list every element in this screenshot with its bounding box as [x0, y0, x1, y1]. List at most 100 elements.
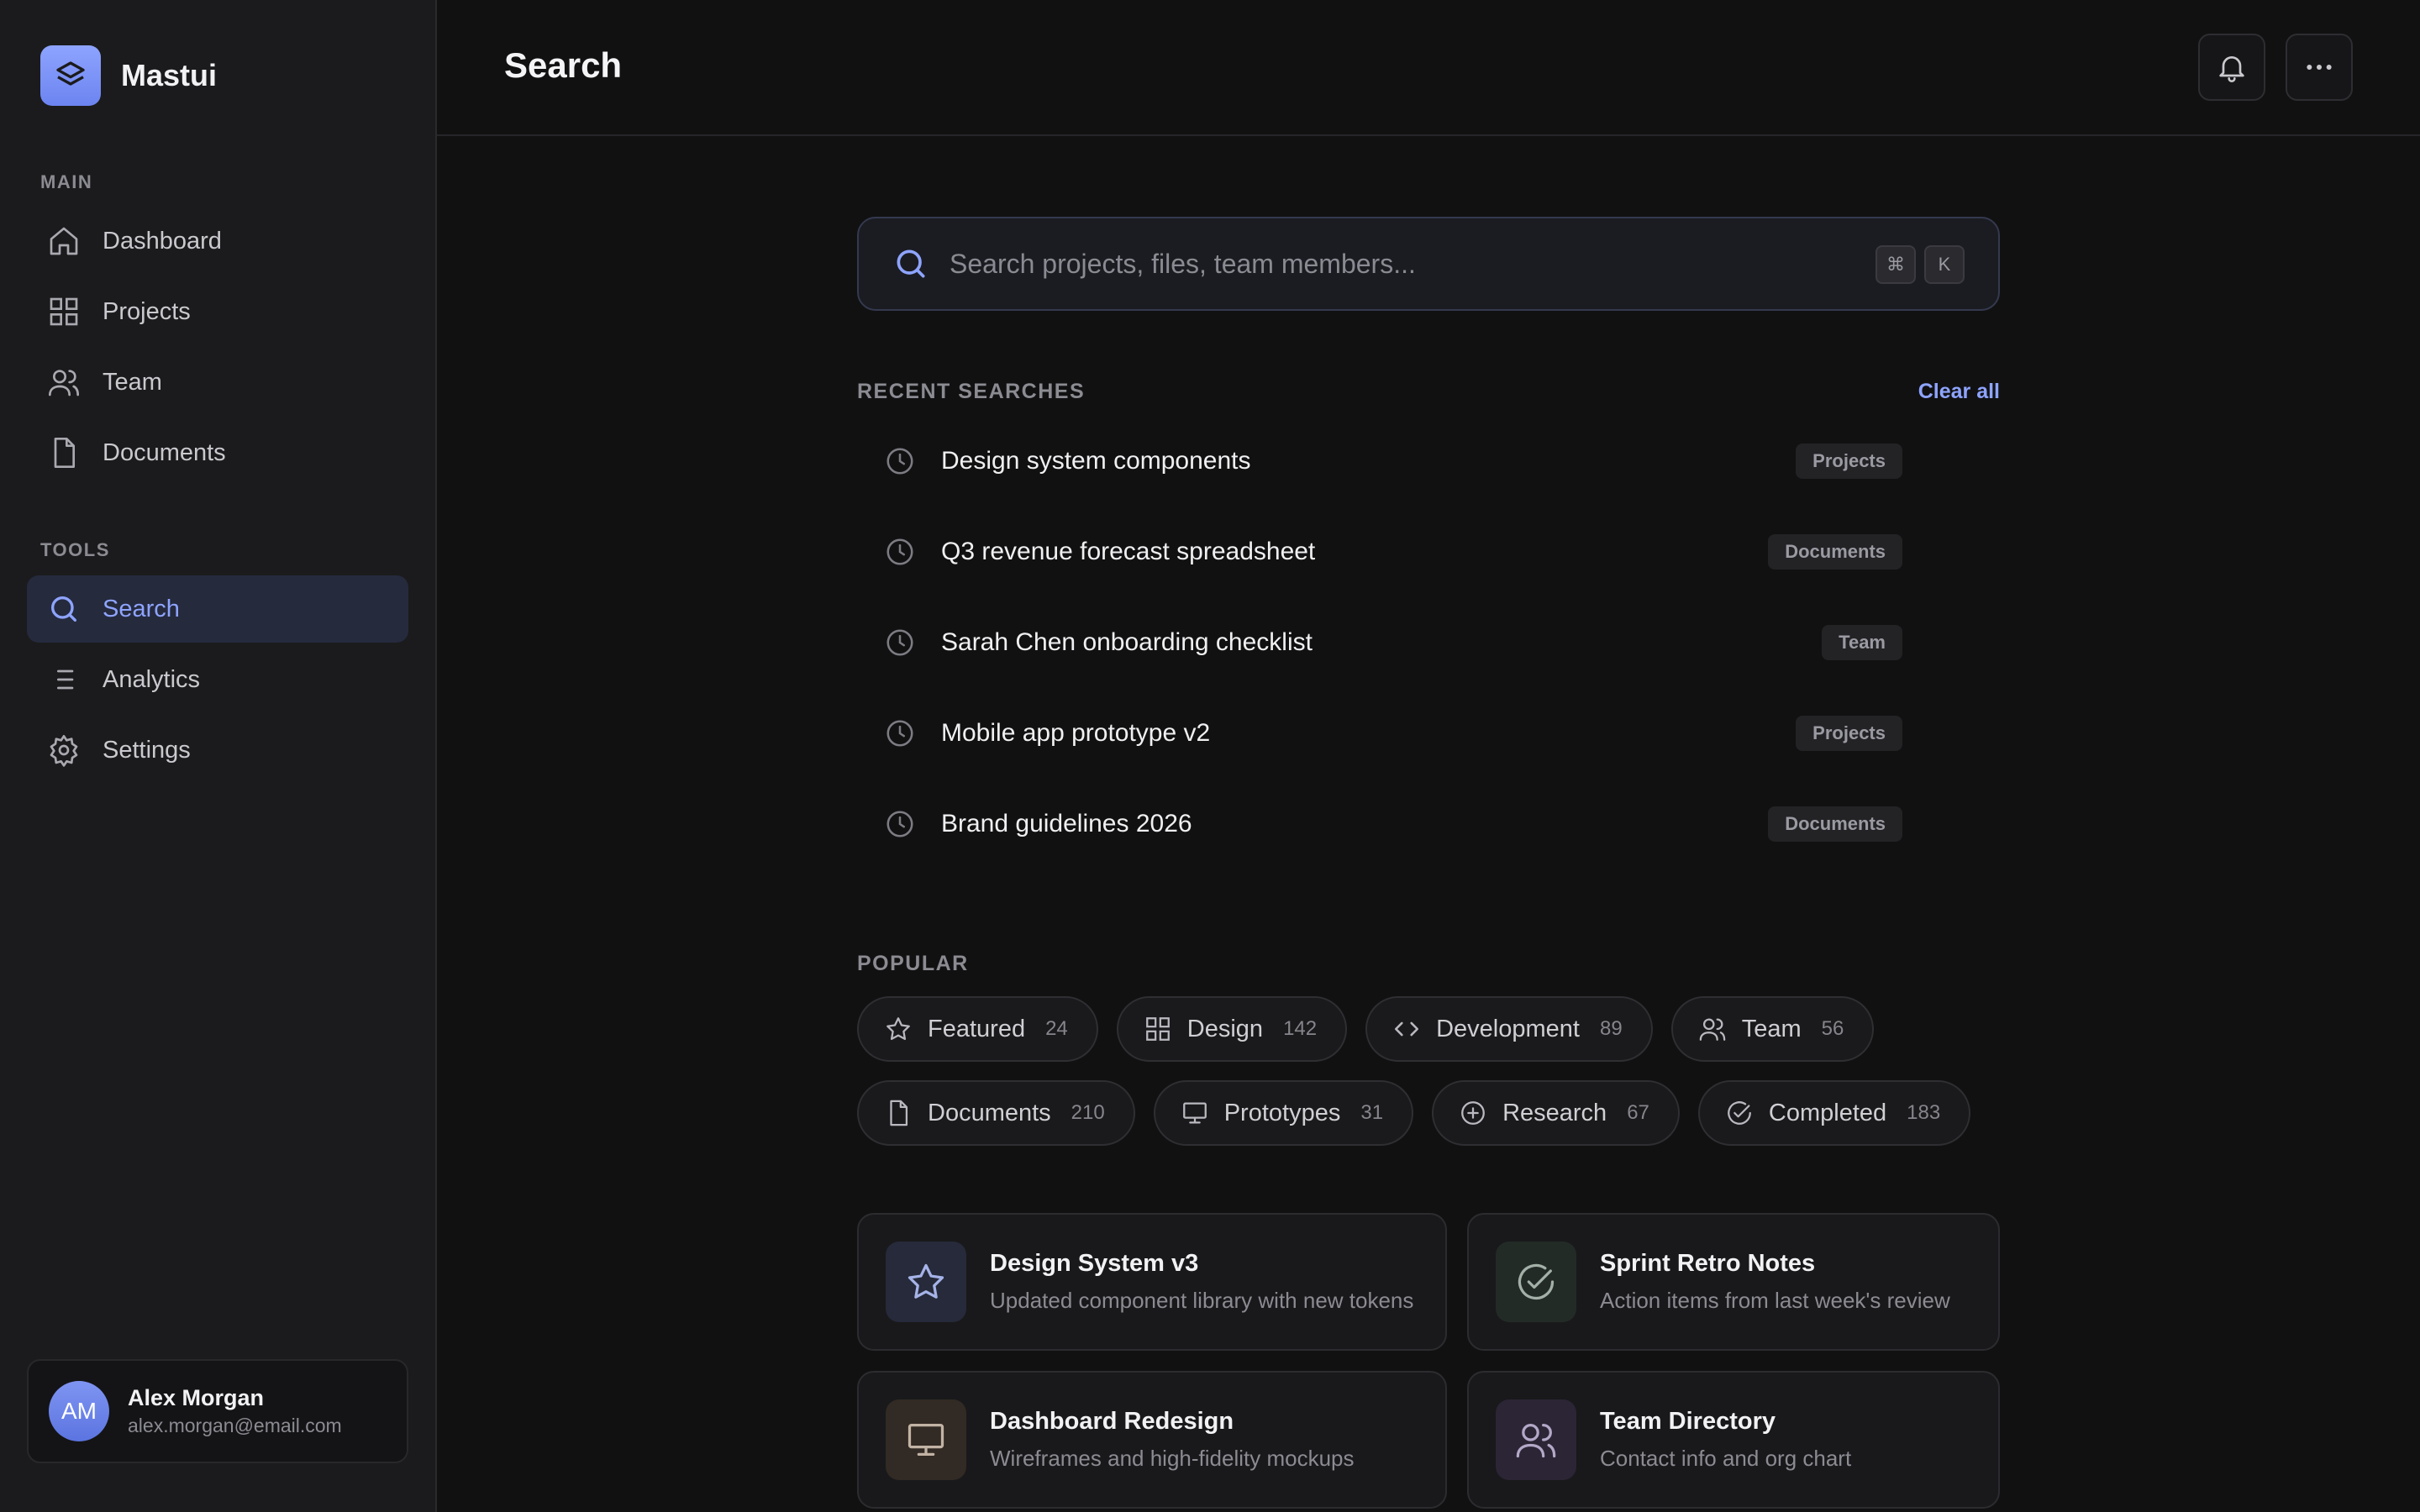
- main-content: Search ⌘ K RECENT SEARCHES Clear all: [437, 0, 2420, 1512]
- clear-all-button[interactable]: Clear all: [1918, 380, 2000, 404]
- avatar: AM: [49, 1381, 109, 1441]
- card-sprint-retro[interactable]: Sprint Retro Notes Action items from las…: [1467, 1213, 2000, 1351]
- card-dashboard-redesign[interactable]: Dashboard Redesign Wireframes and high-f…: [857, 1371, 1447, 1509]
- category-tag: Team: [1822, 625, 1902, 660]
- search-input[interactable]: [950, 248, 1790, 280]
- brand[interactable]: Mastui: [40, 45, 217, 106]
- more-icon: [2307, 65, 2332, 70]
- card-description: Action items from last week's review: [1600, 1288, 1950, 1313]
- chip-count: 67: [1627, 1101, 1649, 1124]
- sidebar-item-label: Dashboard: [103, 227, 222, 255]
- recent-search-text: Sarah Chen onboarding checklist: [941, 628, 1313, 656]
- chip-label: Completed: [1768, 1099, 1887, 1126]
- chip-label: Featured: [928, 1015, 1026, 1042]
- user-name: Alex Morgan: [128, 1385, 265, 1410]
- star-icon: [908, 1263, 944, 1299]
- recent-search-item[interactable]: Brand guidelines 2026 Documents: [857, 779, 2000, 869]
- clock-icon: [886, 811, 913, 837]
- sidebar-item-documents[interactable]: Documents: [27, 419, 408, 486]
- file-icon: [54, 438, 75, 468]
- quick-access-cards: Design System v3 Updated component libra…: [857, 1213, 2000, 1509]
- section-label-tools: TOOLS: [40, 539, 110, 560]
- notifications-button[interactable]: [2198, 34, 2265, 101]
- chip-research[interactable]: Research 67: [1432, 1080, 1680, 1146]
- sidebar-item-projects[interactable]: Projects: [27, 278, 408, 345]
- chip-count: 210: [1071, 1101, 1105, 1124]
- category-tag: Projects: [1796, 444, 1902, 479]
- recent-search-text: Brand guidelines 2026: [941, 810, 1192, 837]
- chip-design[interactable]: Design 142: [1116, 996, 1348, 1062]
- card-title: Sprint Retro Notes: [1600, 1250, 1816, 1277]
- chip-featured[interactable]: Featured 24: [857, 996, 1098, 1062]
- clock-icon: [886, 448, 913, 475]
- sidebar-item-search[interactable]: Search: [27, 575, 408, 643]
- star-icon: [886, 1017, 910, 1041]
- card-icon-box: [886, 1242, 966, 1322]
- user-card[interactable]: AM Alex Morgan alex.morgan@email.com: [27, 1359, 408, 1463]
- recent-search-item[interactable]: Q3 revenue forecast spreadsheet Document…: [857, 507, 2000, 597]
- more-options-button[interactable]: [2286, 34, 2353, 101]
- layers-icon: [40, 45, 101, 106]
- chip-completed[interactable]: Completed 183: [1697, 1080, 1971, 1146]
- sidebar: Mastui MAIN Dashboard Projects Team Docu…: [0, 0, 437, 1512]
- chip-label: Team: [1741, 1015, 1802, 1042]
- recent-searches-list: Design system components Projects Q3 rev…: [857, 416, 2000, 869]
- sidebar-item-team[interactable]: Team: [27, 349, 408, 416]
- monitor-icon: [908, 1424, 944, 1456]
- recent-search-text: Mobile app prototype v2: [941, 719, 1211, 747]
- sidebar-item-label: Settings: [103, 736, 191, 764]
- keyboard-shortcut: ⌘ K: [1876, 245, 1965, 284]
- sidebar-item-dashboard[interactable]: Dashboard: [27, 207, 408, 275]
- card-design-system[interactable]: Design System v3 Updated component libra…: [857, 1213, 1447, 1351]
- sidebar-item-label: Analytics: [103, 665, 201, 693]
- recent-search-item[interactable]: Design system components Projects: [857, 416, 2000, 507]
- card-description: Contact info and org chart: [1600, 1446, 1852, 1471]
- sidebar-item-label: Projects: [103, 297, 191, 325]
- sidebar-item-settings[interactable]: Settings: [27, 717, 408, 784]
- cmd-key: ⌘: [1876, 245, 1916, 284]
- users-icon: [1516, 1424, 1556, 1458]
- chip-label: Prototypes: [1223, 1099, 1341, 1126]
- users-icon: [1699, 1018, 1725, 1041]
- chip-development[interactable]: Development 89: [1365, 996, 1653, 1062]
- topbar: Search: [437, 0, 2420, 136]
- grid-icon: [50, 297, 78, 326]
- app-root: Mastui MAIN Dashboard Projects Team Docu…: [0, 0, 2420, 1512]
- recent-search-text: Q3 revenue forecast spreadsheet: [941, 538, 1316, 565]
- plus-circle-icon: [1461, 1101, 1485, 1125]
- sidebar-item-analytics[interactable]: Analytics: [27, 646, 408, 713]
- chip-count: 183: [1907, 1101, 1941, 1124]
- card-description: Updated component library with new token…: [990, 1288, 1414, 1313]
- recent-search-item[interactable]: Mobile app prototype v2 Projects: [857, 688, 2000, 779]
- code-icon: [1395, 1021, 1419, 1037]
- clock-icon: [886, 629, 913, 656]
- category-tag: Projects: [1796, 716, 1902, 751]
- clock-icon: [886, 538, 913, 565]
- search-content: ⌘ K RECENT SEARCHES Clear all Design sys…: [857, 217, 2000, 1509]
- chip-team[interactable]: Team 56: [1670, 996, 1875, 1062]
- search-bar[interactable]: ⌘ K: [857, 217, 2000, 311]
- chip-count: 31: [1360, 1101, 1384, 1124]
- recent-header: RECENT SEARCHES Clear all: [857, 380, 2000, 404]
- section-label-main: MAIN: [40, 171, 93, 192]
- file-icon: [890, 1100, 908, 1126]
- card-icon-box: [1496, 1399, 1576, 1480]
- recent-search-text: Design system components: [941, 447, 1251, 475]
- chip-count: 142: [1283, 1017, 1318, 1040]
- card-team-directory[interactable]: Team Directory Contact info and org char…: [1467, 1371, 2000, 1509]
- sidebar-item-label: Documents: [103, 438, 226, 466]
- bell-icon: [2219, 56, 2244, 82]
- card-icon-box: [1496, 1242, 1576, 1322]
- chip-label: Documents: [928, 1099, 1051, 1126]
- monitor-icon: [1182, 1102, 1207, 1124]
- chip-count: 89: [1599, 1017, 1623, 1040]
- clock-icon: [886, 720, 913, 747]
- chip-prototypes[interactable]: Prototypes 31: [1153, 1080, 1414, 1146]
- recent-search-item[interactable]: Sarah Chen onboarding checklist Team: [857, 597, 2000, 688]
- chip-documents[interactable]: Documents 210: [857, 1080, 1135, 1146]
- check-circle-icon: [1518, 1263, 1555, 1300]
- card-title: Dashboard Redesign: [990, 1408, 1234, 1435]
- chip-label: Development: [1436, 1015, 1580, 1042]
- card-title: Design System v3: [990, 1250, 1199, 1277]
- popular-label: POPULAR: [857, 952, 969, 975]
